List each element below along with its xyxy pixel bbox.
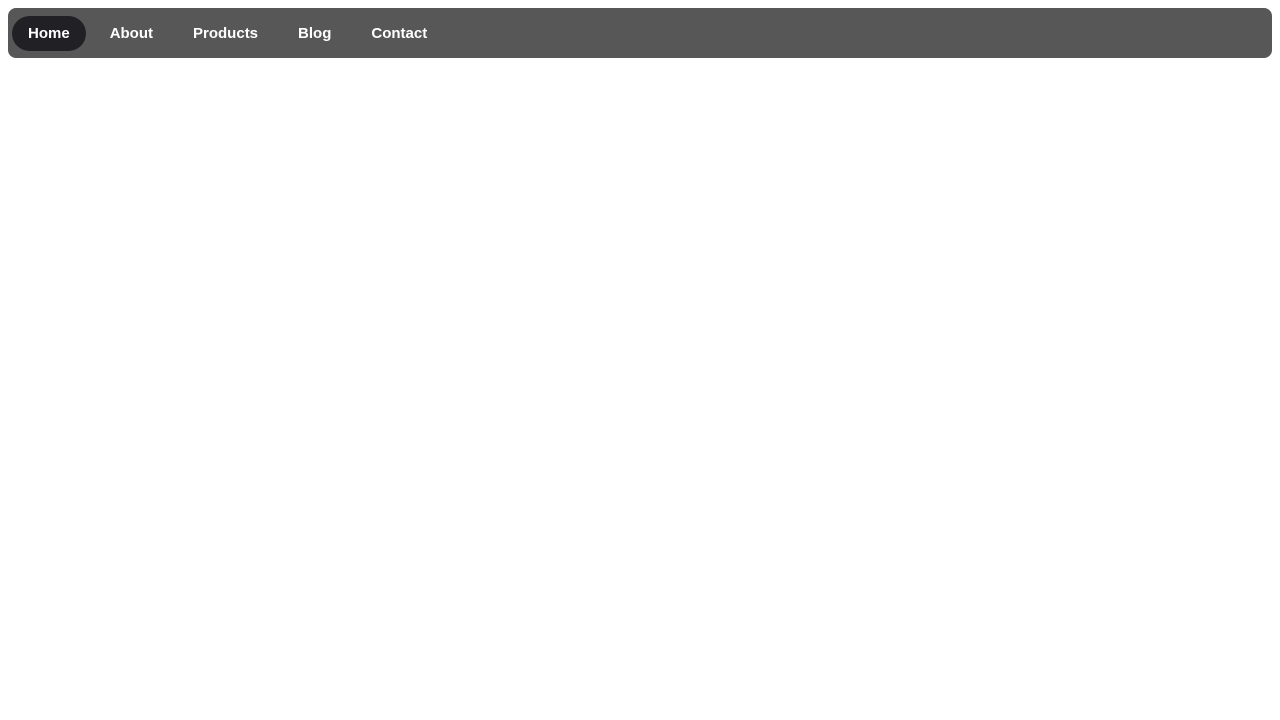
nav-item-products[interactable]: Products [177, 16, 274, 51]
navbar: Home About Products Blog Contact [8, 8, 1272, 58]
nav-item-about[interactable]: About [94, 16, 169, 51]
page-root: Home About Products Blog Contact [0, 0, 1280, 66]
nav-item-blog[interactable]: Blog [282, 16, 347, 51]
nav-item-home[interactable]: Home [12, 16, 86, 51]
nav-item-contact[interactable]: Contact [355, 16, 443, 51]
